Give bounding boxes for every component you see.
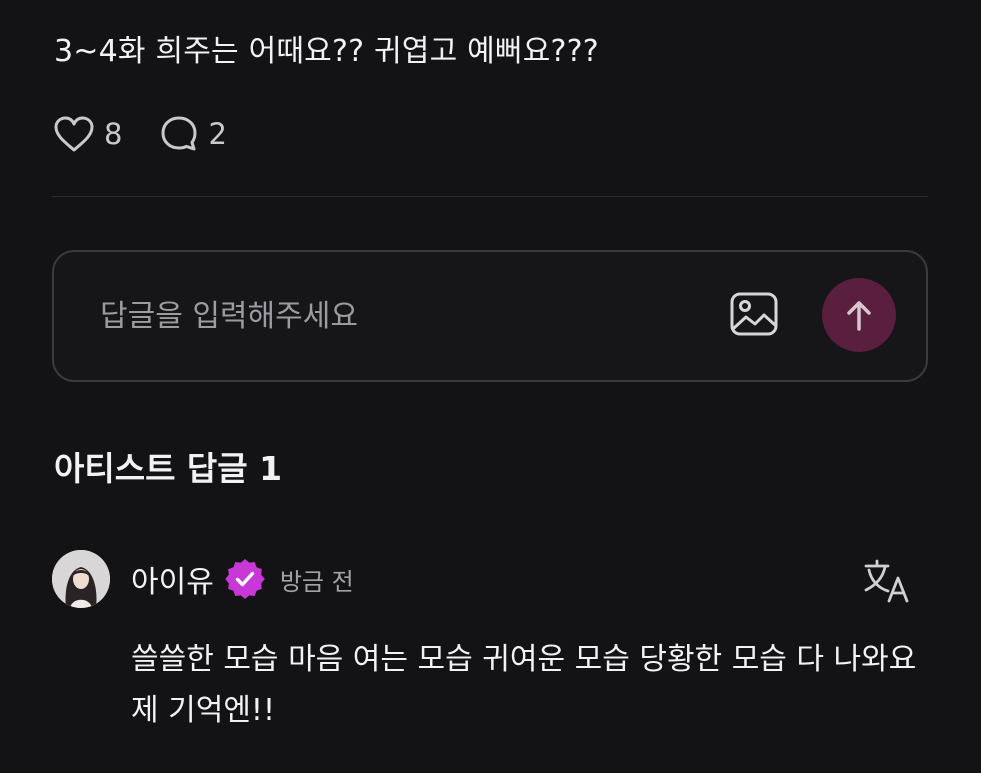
reply-text: 쓸쓸한 모습 마음 여는 모습 귀여운 모습 당황한 모습 다 나와요 제 기억…: [131, 642, 917, 728]
like-count: 8: [104, 117, 123, 151]
divider: [52, 196, 928, 197]
image-icon: [730, 292, 778, 336]
translate-icon: [864, 559, 909, 603]
avatar[interactable]: [52, 550, 110, 608]
like-button[interactable]: 8: [52, 114, 122, 154]
reply-time: 방금 전: [279, 567, 354, 596]
verified-badge-icon: [225, 559, 265, 599]
author-name[interactable]: 아이유: [131, 557, 214, 601]
translate-button[interactable]: [862, 558, 912, 604]
attach-image-button[interactable]: [728, 290, 780, 338]
avatar-image: [52, 550, 110, 608]
heart-icon: [54, 116, 94, 152]
comment-bubble-icon: [161, 116, 197, 151]
reply-composer: [52, 250, 928, 382]
post-text: 3~4화 희주는 어때요?? 귀엽고 예뻐요???: [54, 34, 599, 69]
comment-button[interactable]: 2: [158, 113, 227, 155]
reply-header: 아이유 방금 전: [131, 556, 354, 602]
artist-replies-title: 아티스트 답글 1: [54, 449, 283, 488]
comment-count: 2: [208, 117, 227, 151]
arrow-up-icon: [847, 301, 871, 331]
post-actions: 8 2: [52, 112, 227, 156]
reply-input[interactable]: [98, 290, 702, 342]
send-button[interactable]: [822, 278, 896, 352]
